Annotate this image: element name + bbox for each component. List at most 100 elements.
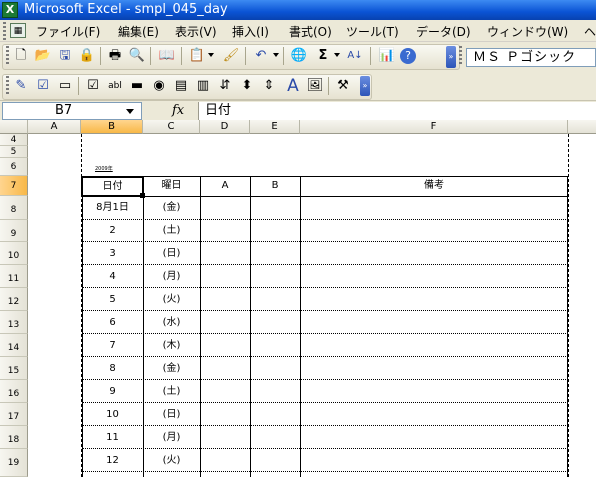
font-name-box[interactable]: ＭＳ Ｐゴシック [466,48,596,67]
autosum-dropdown-icon[interactable] [334,53,340,57]
row-header-16[interactable]: 16 [0,380,28,403]
header-cell-a[interactable]: A [200,176,250,196]
weekday-cell[interactable]: (木) [143,334,200,357]
button-icon[interactable]: ☑ [84,77,102,95]
row-header-12[interactable]: 12 [0,288,28,311]
undo-icon[interactable]: ↶ [252,47,270,65]
hyperlink-icon[interactable]: 🌐 [290,47,308,65]
list-box-icon[interactable]: ▤ [172,77,190,95]
date-cell[interactable]: 12 [82,449,143,472]
insert-function-icon[interactable]: fx [172,103,184,118]
menu-edit[interactable]: 編集(E) [118,23,159,40]
header-cell-note[interactable]: 備考 [300,176,568,196]
weekday-cell[interactable]: (月) [143,426,200,449]
date-cell[interactable]: 8 [82,357,143,380]
label-text-icon[interactable]: abl [106,77,124,95]
row-header-6[interactable]: 6 [0,158,28,176]
formatting-toolbar-grip[interactable] [459,46,462,64]
option-button-icon[interactable]: ◉ [150,77,168,95]
checkbox-icon[interactable]: ☑ [34,77,52,95]
header-cell-weekday[interactable]: 曜日 [143,176,200,196]
row-header-15[interactable]: 15 [0,357,28,380]
weekday-cell[interactable]: (金) [143,196,200,220]
label-icon[interactable]: A [284,77,302,95]
paste-icon[interactable]: 📋 [188,47,206,65]
row-header-17[interactable]: 17 [0,403,28,426]
column-header-e[interactable]: E [250,120,300,134]
column-header-a[interactable]: A [28,120,81,134]
row-header-8[interactable]: 8 [0,196,28,220]
menu-insert[interactable]: 挿入(I) [232,23,269,40]
column-header-b[interactable]: B [81,120,143,134]
combo-box-icon[interactable]: ▥ [194,77,212,95]
worksheet-grid[interactable]: A B C D E F 4 5 6 7 8 9 10 11 12 13 14 1… [0,120,596,477]
chart-wizard-icon[interactable]: 📊 [378,47,396,65]
autosum-icon[interactable]: Σ [314,47,332,65]
weekday-cell[interactable]: (土) [143,220,200,242]
toolbar-options-chevron-icon[interactable]: » [446,46,456,68]
workbook-icon[interactable]: ▦ [10,23,26,38]
row-header-14[interactable]: 14 [0,334,28,357]
row-header-18[interactable]: 18 [0,426,28,449]
format-painter-icon[interactable]: 🖌 [222,47,240,65]
column-header-f[interactable]: F [300,120,568,134]
menu-data[interactable]: データ(D) [416,23,471,40]
row-header-19[interactable]: 19 [0,449,28,477]
column-header-d[interactable]: D [200,120,250,134]
open-icon[interactable]: 📂 [34,47,52,65]
spinner-icon[interactable]: ⬍ [238,77,256,95]
column-header-g[interactable] [568,120,596,134]
date-cell[interactable]: 3 [82,242,143,265]
row-header-11[interactable]: 11 [0,265,28,288]
header-cell-date[interactable]: 日付 [81,176,144,197]
date-cell[interactable]: 4 [82,265,143,288]
name-box-dropdown-icon[interactable] [126,109,134,114]
toggle-icon[interactable]: ⇕ [260,77,278,95]
edit-box-icon[interactable]: ▭ [56,77,74,95]
menu-file[interactable]: ファイル(F) [36,23,100,40]
new-icon[interactable]: 🗋 [12,47,30,65]
print-preview-icon[interactable]: 🔍 [128,47,146,65]
header-cell-b[interactable]: B [250,176,300,196]
row-header-7[interactable]: 7 [0,176,28,196]
date-cell[interactable]: 10 [82,403,143,426]
save-icon[interactable]: 🖫 [56,47,74,65]
undo-dropdown-icon[interactable] [273,53,279,57]
row-header-13[interactable]: 13 [0,311,28,334]
toolbar-grip-handle[interactable] [6,46,9,64]
weekday-cell[interactable]: (土) [143,380,200,403]
menu-help[interactable]: ヘ [584,23,596,40]
date-cell[interactable]: 2 [82,220,143,242]
image-icon[interactable]: 🖼 [306,77,324,95]
menu-tools[interactable]: ツール(T) [346,23,399,40]
excel-app-icon[interactable]: X [2,2,18,18]
date-cell[interactable]: 7 [82,334,143,357]
scroll-bar-icon[interactable]: ⇵ [216,77,234,95]
edit-text-icon[interactable]: ✎ [12,77,30,95]
forms-toolbar-chevron-icon[interactable]: » [360,76,370,96]
row-header-10[interactable]: 10 [0,242,28,265]
menu-grip-handle[interactable] [3,22,6,40]
date-cell[interactable]: 6 [82,311,143,334]
weekday-cell[interactable]: (火) [143,288,200,311]
date-cell[interactable]: 5 [82,288,143,311]
column-header-c[interactable]: C [143,120,200,134]
group-box-icon[interactable]: ▬ [128,77,146,95]
paste-dropdown-icon[interactable] [208,53,214,57]
weekday-cell[interactable]: (日) [143,242,200,265]
select-all-corner[interactable] [0,120,28,134]
help-icon[interactable]: ? [400,48,416,64]
weekday-cell[interactable]: (火) [143,449,200,472]
date-cell[interactable]: 11 [82,426,143,449]
weekday-cell[interactable]: (日) [143,403,200,426]
research-icon[interactable]: 📖 [158,47,176,65]
date-cell[interactable]: 9 [82,380,143,403]
row-header-5[interactable]: 5 [0,146,28,158]
print-icon[interactable]: 🖶 [106,47,124,65]
menu-window[interactable]: ウィンドウ(W) [487,23,568,40]
formula-input[interactable]: 日付 [198,102,596,120]
row-header-4[interactable]: 4 [0,134,28,146]
menu-view[interactable]: 表示(V) [175,23,217,40]
name-box[interactable]: B7 [2,102,142,120]
weekday-cell[interactable]: (金) [143,357,200,380]
